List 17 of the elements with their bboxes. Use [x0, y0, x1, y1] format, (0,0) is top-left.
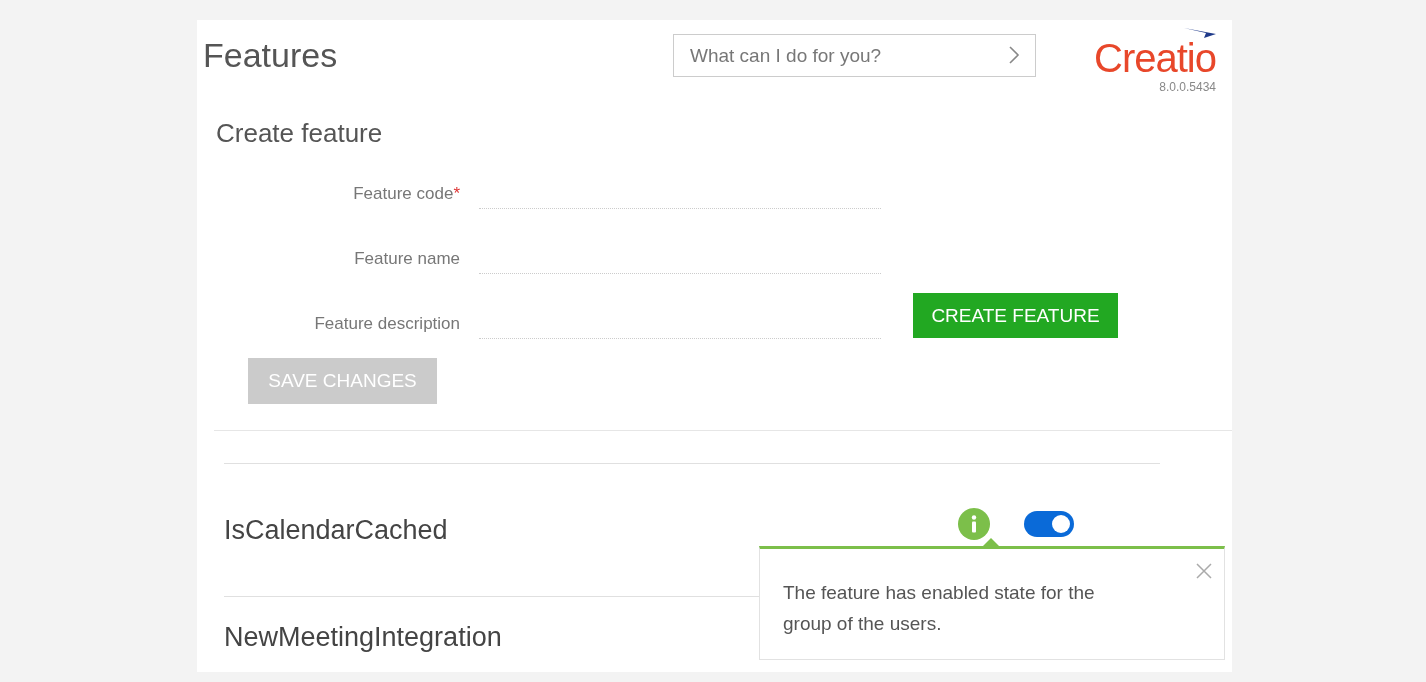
version-label: 8.0.0.5434 — [1159, 80, 1216, 94]
tooltip-text: The feature has enabled state for the group of the users. — [783, 581, 1096, 636]
close-icon[interactable] — [1196, 563, 1212, 579]
chevron-right-icon[interactable] — [1008, 45, 1020, 65]
search-field[interactable]: What can I do for you? — [673, 34, 1036, 77]
required-mark: * — [453, 183, 460, 203]
create-feature-button[interactable]: CREATE FEATURE — [913, 293, 1118, 338]
field-label: Feature name — [353, 248, 460, 269]
info-icon[interactable] — [958, 508, 990, 540]
section-title: Create feature — [216, 118, 384, 149]
logo: Creatio — [1094, 38, 1216, 78]
feature-name: IsCalendarCached — [224, 514, 448, 546]
field-label: Feature code* — [352, 183, 460, 204]
toggle-switch[interactable] — [1024, 511, 1074, 537]
feature-name: NewMeetingIntegration — [224, 621, 502, 653]
page-title: Features — [203, 36, 339, 75]
field-label: Feature description — [313, 313, 460, 334]
